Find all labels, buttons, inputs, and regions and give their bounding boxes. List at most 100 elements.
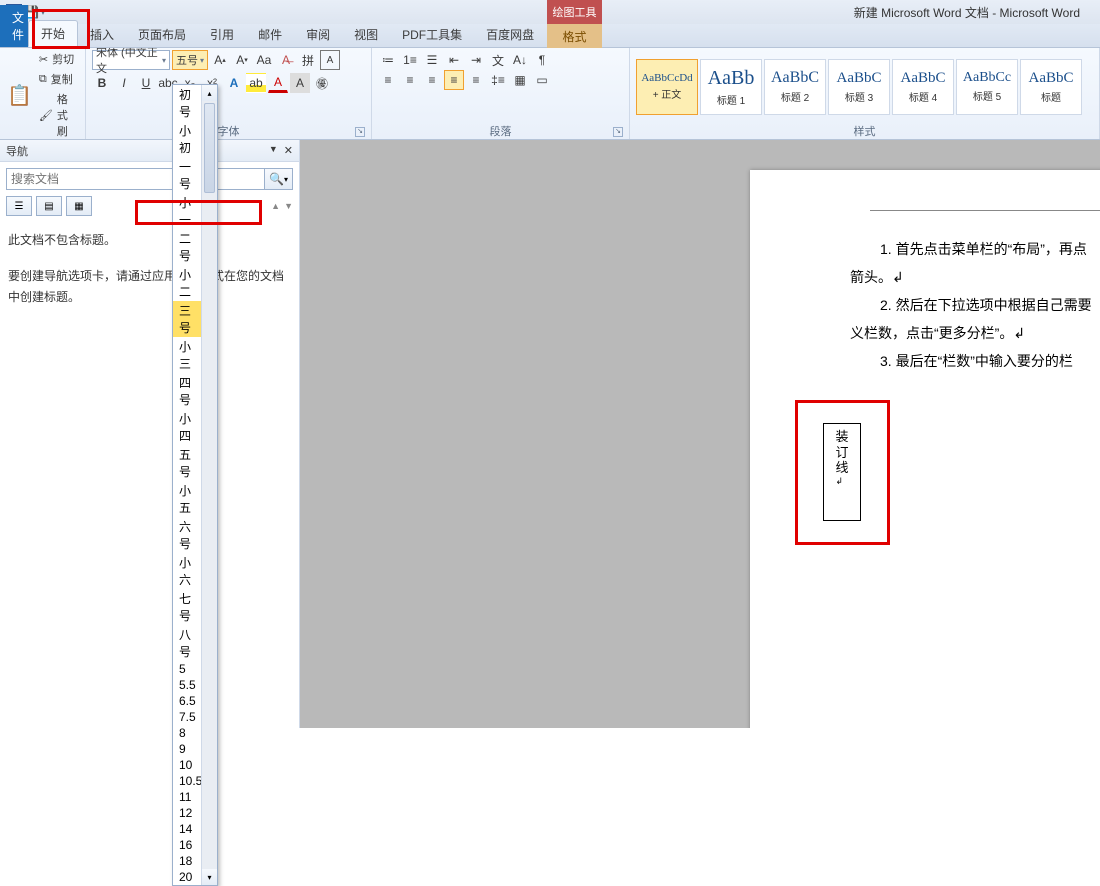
- font-size-option[interactable]: 三号: [173, 301, 201, 337]
- style-item[interactable]: AaBbC标题 3: [828, 59, 890, 115]
- paste-button[interactable]: 📋: [6, 67, 33, 123]
- dropdown-scrollbar[interactable]: ▴ ▾: [201, 85, 217, 885]
- font-size-option[interactable]: 一号: [173, 157, 201, 193]
- multilevel-icon[interactable]: ☰: [422, 50, 442, 70]
- nav-view-results[interactable]: ▦: [66, 196, 92, 216]
- underline-icon[interactable]: U: [136, 73, 156, 93]
- font-size-option[interactable]: 七号: [173, 589, 201, 625]
- grow-font-icon[interactable]: A▴: [210, 50, 230, 70]
- nav-next-icon[interactable]: ▼: [284, 201, 293, 211]
- font-size-option[interactable]: 小一: [173, 193, 201, 229]
- indent-inc-icon[interactable]: ⇥: [466, 50, 486, 70]
- document-content[interactable]: 1. 首先点击菜单栏的“布局”，再点 箭头。↲ 2. 然后在下拉选项中根据自己需…: [880, 235, 1100, 375]
- font-size-option[interactable]: 初号: [173, 85, 201, 121]
- tab-view[interactable]: 视图: [342, 22, 390, 47]
- nav-close-icon[interactable]: ✕: [284, 144, 293, 157]
- tab-mailings[interactable]: 邮件: [246, 22, 294, 47]
- enclose-char-icon[interactable]: ㊝: [312, 73, 332, 93]
- font-size-dropdown[interactable]: 初号小初一号小一二号小二三号小三四号小四五号小五六号小六七号八号55.56.57…: [172, 84, 218, 886]
- scroll-up-icon[interactable]: ▴: [202, 85, 217, 101]
- highlight-icon[interactable]: ab: [246, 73, 266, 93]
- font-size-option[interactable]: 小六: [173, 553, 201, 589]
- font-color-icon[interactable]: A: [268, 73, 288, 93]
- font-size-option[interactable]: 六号: [173, 517, 201, 553]
- font-size-option[interactable]: 14: [173, 821, 201, 837]
- clear-format-icon[interactable]: A̶: [276, 50, 296, 70]
- font-size-option[interactable]: 10.5: [173, 773, 201, 789]
- tab-baidu[interactable]: 百度网盘: [474, 22, 546, 47]
- document-area[interactable]: 1. 首先点击菜单栏的“布局”，再点 箭头。↲ 2. 然后在下拉选项中根据自己需…: [300, 140, 1100, 728]
- font-size-option[interactable]: 小四: [173, 409, 201, 445]
- shading-icon[interactable]: ▦: [510, 70, 530, 90]
- nav-view-headings[interactable]: ☰: [6, 196, 32, 216]
- font-size-option[interactable]: 小五: [173, 481, 201, 517]
- char-border-icon[interactable]: A: [320, 50, 340, 70]
- tab-pdf[interactable]: PDF工具集: [390, 22, 474, 47]
- style-item[interactable]: AaBbC标题 4: [892, 59, 954, 115]
- format-painter-button[interactable]: 🖌格式刷: [37, 90, 79, 140]
- qat-dropdown-icon[interactable]: ▾: [41, 8, 45, 17]
- style-item[interactable]: AaBbCcDd+ 正文: [636, 59, 698, 115]
- tab-insert[interactable]: 插入: [78, 22, 126, 47]
- show-marks-icon[interactable]: ¶: [532, 50, 552, 70]
- font-size-option[interactable]: 16: [173, 837, 201, 853]
- font-size-option[interactable]: 小三: [173, 337, 201, 373]
- font-size-option[interactable]: 五号: [173, 445, 201, 481]
- font-size-option[interactable]: 5: [173, 661, 201, 677]
- font-size-option[interactable]: 5.5: [173, 677, 201, 693]
- tab-layout[interactable]: 页面布局: [126, 22, 198, 47]
- tab-review[interactable]: 审阅: [294, 22, 342, 47]
- cut-button[interactable]: ✂剪切: [37, 50, 79, 68]
- bold-icon[interactable]: B: [92, 73, 112, 93]
- font-size-option[interactable]: 18: [173, 853, 201, 869]
- align-center-icon[interactable]: ≡: [400, 70, 420, 90]
- tab-file[interactable]: 文件: [0, 5, 28, 47]
- font-size-option[interactable]: 小二: [173, 265, 201, 301]
- align-dist-icon[interactable]: ≡: [466, 70, 486, 90]
- font-size-option[interactable]: 7.5: [173, 709, 201, 725]
- text-effect-icon[interactable]: A: [224, 73, 244, 93]
- bullets-icon[interactable]: ≔: [378, 50, 398, 70]
- tab-references[interactable]: 引用: [198, 22, 246, 47]
- phonetic-icon[interactable]: 拼: [298, 50, 318, 70]
- font-size-combo[interactable]: 五号▾: [172, 50, 208, 70]
- shrink-font-icon[interactable]: A▾: [232, 50, 252, 70]
- indent-dec-icon[interactable]: ⇤: [444, 50, 464, 70]
- font-size-option[interactable]: 八号: [173, 625, 201, 661]
- font-size-option[interactable]: 12: [173, 805, 201, 821]
- copy-button[interactable]: ⧉复制: [37, 70, 79, 88]
- font-name-combo[interactable]: 宋体 (中文正文▾: [92, 50, 170, 70]
- font-size-option[interactable]: 四号: [173, 373, 201, 409]
- tab-format[interactable]: 格式: [547, 24, 602, 48]
- text-dir-icon[interactable]: 文: [488, 50, 508, 70]
- char-shading-icon[interactable]: A: [290, 73, 310, 93]
- style-item[interactable]: AaBbC标题 2: [764, 59, 826, 115]
- align-left-icon[interactable]: ≡: [378, 70, 398, 90]
- change-case-icon[interactable]: Aa: [254, 50, 274, 70]
- nav-view-pages[interactable]: ▤: [36, 196, 62, 216]
- sort-icon[interactable]: A↓: [510, 50, 530, 70]
- font-size-option[interactable]: 9: [173, 741, 201, 757]
- font-size-option[interactable]: 10: [173, 757, 201, 773]
- tab-home[interactable]: 开始: [28, 20, 78, 47]
- align-right-icon[interactable]: ≡: [422, 70, 442, 90]
- line-spacing-icon[interactable]: ‡≡: [488, 70, 508, 90]
- borders-icon[interactable]: ▭: [532, 70, 552, 90]
- italic-icon[interactable]: I: [114, 73, 134, 93]
- font-size-option[interactable]: 6.5: [173, 693, 201, 709]
- font-size-option[interactable]: 11: [173, 789, 201, 805]
- paragraph-dialog-icon[interactable]: ↘: [613, 127, 623, 137]
- scroll-thumb[interactable]: [204, 103, 215, 193]
- style-item[interactable]: AaBb标题 1: [700, 59, 762, 115]
- nav-menu-icon[interactable]: ▼: [269, 144, 278, 157]
- font-size-option[interactable]: 8: [173, 725, 201, 741]
- scroll-down-icon[interactable]: ▾: [202, 869, 217, 885]
- style-item[interactable]: AaBbC标题: [1020, 59, 1082, 115]
- numbering-icon[interactable]: 1≡: [400, 50, 420, 70]
- font-size-option[interactable]: 二号: [173, 229, 201, 265]
- style-item[interactable]: AaBbCc标题 5: [956, 59, 1018, 115]
- search-button[interactable]: 🔍▾: [265, 168, 293, 190]
- nav-prev-icon[interactable]: ▲: [271, 201, 280, 211]
- font-size-option[interactable]: 小初: [173, 121, 201, 157]
- align-justify-icon[interactable]: ≡: [444, 70, 464, 90]
